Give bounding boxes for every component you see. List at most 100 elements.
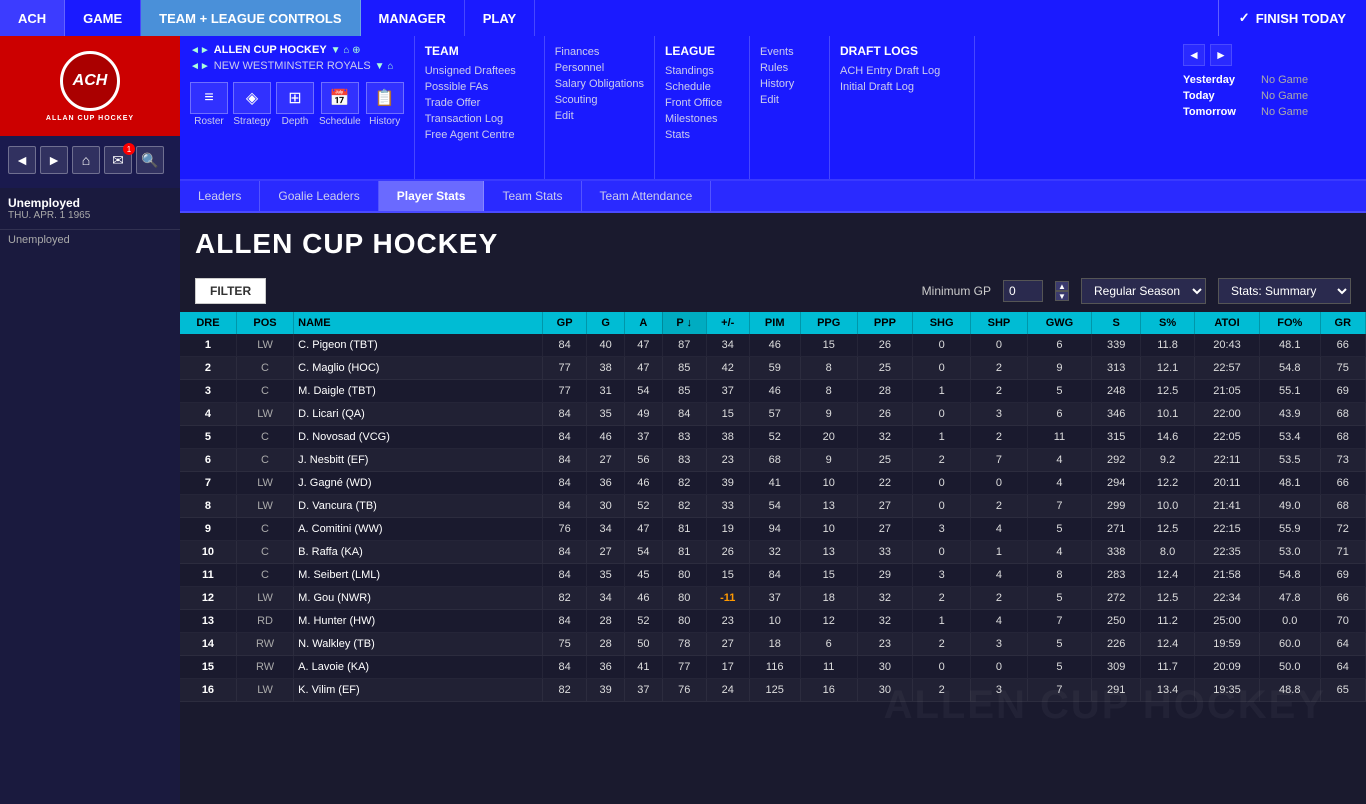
col-pos[interactable]: POS [236, 312, 293, 334]
fin-scouting[interactable]: Scouting [555, 92, 644, 108]
tomorrow-label: Tomorrow [1183, 106, 1253, 118]
col-name[interactable]: NAME [294, 312, 543, 334]
table-row[interactable]: 2CC. Maglio (HOC)77384785425982502931312… [180, 357, 1366, 380]
team-possible-fa[interactable]: Possible FAs [425, 79, 534, 95]
history-btn[interactable]: 📋 History [366, 82, 404, 127]
table-cell: 12 [800, 610, 857, 633]
season-select[interactable]: Regular Season Playoffs All [1081, 278, 1206, 304]
table-cell: 46 [587, 426, 625, 449]
nav-manager[interactable]: MANAGER [361, 0, 465, 36]
events-history[interactable]: History [760, 76, 819, 92]
draft-initial[interactable]: Initial Draft Log [840, 79, 964, 95]
table-row[interactable]: 7LWJ. Gagné (WD)843646823941102200429412… [180, 472, 1366, 495]
draft-ach-entry[interactable]: ACH Entry Draft Log [840, 63, 964, 79]
table-row[interactable]: 14RWN. Walkley (TB)752850782718623235226… [180, 633, 1366, 656]
table-row[interactable]: 9CA. Comitini (WW)7634478119941027345271… [180, 518, 1366, 541]
mail-icon[interactable]: ✉1 [104, 146, 132, 174]
table-row[interactable]: 5CD. Novosad (VCG)8446378338522032121131… [180, 426, 1366, 449]
gp-up-spinner[interactable]: ▲ [1055, 281, 1069, 291]
tab-goalie-leaders[interactable]: Goalie Leaders [260, 181, 378, 211]
col-a[interactable]: A [625, 312, 663, 334]
stats-type-select[interactable]: Stats: Summary Stats: Advanced Stats: Po… [1218, 278, 1351, 304]
league-stats[interactable]: Stats [665, 127, 739, 143]
col-shp[interactable]: SHP [971, 312, 1027, 334]
prev-arrow[interactable]: ◄ [1183, 44, 1205, 66]
table-row[interactable]: 3CM. Daigle (TBT)77315485374682812524812… [180, 380, 1366, 403]
nav-play[interactable]: PLAY [465, 0, 535, 36]
col-gwg[interactable]: GWG [1027, 312, 1092, 334]
min-gp-input[interactable] [1003, 280, 1043, 302]
col-shg[interactable]: SHG [912, 312, 970, 334]
table-cell: 68 [1320, 426, 1365, 449]
table-cell: C [236, 426, 293, 449]
table-cell: 37 [706, 380, 749, 403]
col-gp[interactable]: GP [542, 312, 586, 334]
table-row[interactable]: 6CJ. Nesbitt (EF)8427568323689252742929.… [180, 449, 1366, 472]
table-row[interactable]: 13RDM. Hunter (HW)8428528023101232147250… [180, 610, 1366, 633]
table-cell: 84 [542, 426, 586, 449]
table-row[interactable]: 16LWK. Vilim (EF)82393776241251630237291… [180, 679, 1366, 702]
table-cell: 81 [662, 518, 706, 541]
table-row[interactable]: 15RWA. Lavoie (KA)8436417717116113000530… [180, 656, 1366, 679]
finish-today-button[interactable]: ✓ FINISH TODAY [1218, 0, 1366, 36]
tab-team-stats[interactable]: Team Stats [484, 181, 581, 211]
back-icon[interactable]: ◄ [8, 146, 36, 174]
table-row[interactable]: 12LWM. Gou (NWR)82344680-113718322252721… [180, 587, 1366, 610]
team-transaction-log[interactable]: Transaction Log [425, 111, 534, 127]
depth-icon: ⊞ [276, 82, 314, 114]
next-arrow[interactable]: ► [1210, 44, 1232, 66]
col-gr[interactable]: GR [1320, 312, 1365, 334]
table-row[interactable]: 8LWD. Vancura (TB)8430528233541327027299… [180, 495, 1366, 518]
schedule-btn[interactable]: 📅 Schedule [319, 82, 361, 127]
table-cell: 52 [625, 495, 663, 518]
col-spct[interactable]: S% [1141, 312, 1195, 334]
tab-team-attendance[interactable]: Team Attendance [582, 181, 712, 211]
table-cell: 34 [587, 518, 625, 541]
col-ppp[interactable]: PPP [857, 312, 912, 334]
table-row[interactable]: 11CM. Seibert (LML)843545801584152934828… [180, 564, 1366, 587]
table-cell: 20 [800, 426, 857, 449]
league-standings[interactable]: Standings [665, 63, 739, 79]
fin-edit[interactable]: Edit [555, 108, 644, 124]
right-schedule-panel: ◄ ► Yesterday No Game Today No Game Tomo… [1171, 36, 1366, 179]
team-trade-offer[interactable]: Trade Offer [425, 95, 534, 111]
team-free-agent[interactable]: Free Agent Centre [425, 127, 534, 143]
table-row[interactable]: 10CB. Raffa (KA)84275481263213330143388.… [180, 541, 1366, 564]
tab-leaders[interactable]: Leaders [180, 181, 260, 211]
nav-team-league[interactable]: TEAM + LEAGUE CONTROLS [141, 0, 360, 36]
col-atoi[interactable]: ATOI [1195, 312, 1260, 334]
league-front-office[interactable]: Front Office [665, 95, 739, 111]
league-dropdown-col: LEAGUE Standings Schedule Front Office M… [655, 36, 750, 179]
filter-button[interactable]: FILTER [195, 278, 266, 304]
table-cell: 77 [542, 357, 586, 380]
events-edit[interactable]: Edit [760, 92, 819, 108]
strategy-btn[interactable]: ◈ Strategy [233, 82, 271, 127]
col-dre[interactable]: DRE [180, 312, 236, 334]
nav-game[interactable]: GAME [65, 0, 141, 36]
col-s[interactable]: S [1092, 312, 1141, 334]
col-plusminus[interactable]: +/- [706, 312, 749, 334]
events-rules[interactable]: Rules [760, 60, 819, 76]
col-g[interactable]: G [587, 312, 625, 334]
league-schedule[interactable]: Schedule [665, 79, 739, 95]
col-ppg[interactable]: PPG [800, 312, 857, 334]
tab-player-stats[interactable]: Player Stats [379, 181, 485, 211]
table-row[interactable]: 4LWD. Licari (QA)84354984155792603634610… [180, 403, 1366, 426]
col-p[interactable]: P ↓ [662, 312, 706, 334]
search-icon[interactable]: 🔍 [136, 146, 164, 174]
roster-btn[interactable]: ≡ Roster [190, 82, 228, 127]
league-milestones[interactable]: Milestones [665, 111, 739, 127]
col-fopct[interactable]: FO% [1260, 312, 1321, 334]
fin-finances[interactable]: Finances [555, 44, 644, 60]
col-pim[interactable]: PIM [749, 312, 800, 334]
depth-btn[interactable]: ⊞ Depth [276, 82, 314, 127]
home-icon[interactable]: ⌂ [72, 146, 100, 174]
events-events[interactable]: Events [760, 44, 819, 60]
gp-down-spinner[interactable]: ▼ [1055, 291, 1069, 301]
table-row[interactable]: 1LWC. Pigeon (TBT)8440478734461526006339… [180, 334, 1366, 357]
forward-icon[interactable]: ► [40, 146, 68, 174]
fin-salary[interactable]: Salary Obligations [555, 76, 644, 92]
fin-personnel[interactable]: Personnel [555, 60, 644, 76]
nav-ach[interactable]: ACH [0, 0, 65, 36]
team-unsigned[interactable]: Unsigned Draftees [425, 63, 534, 79]
